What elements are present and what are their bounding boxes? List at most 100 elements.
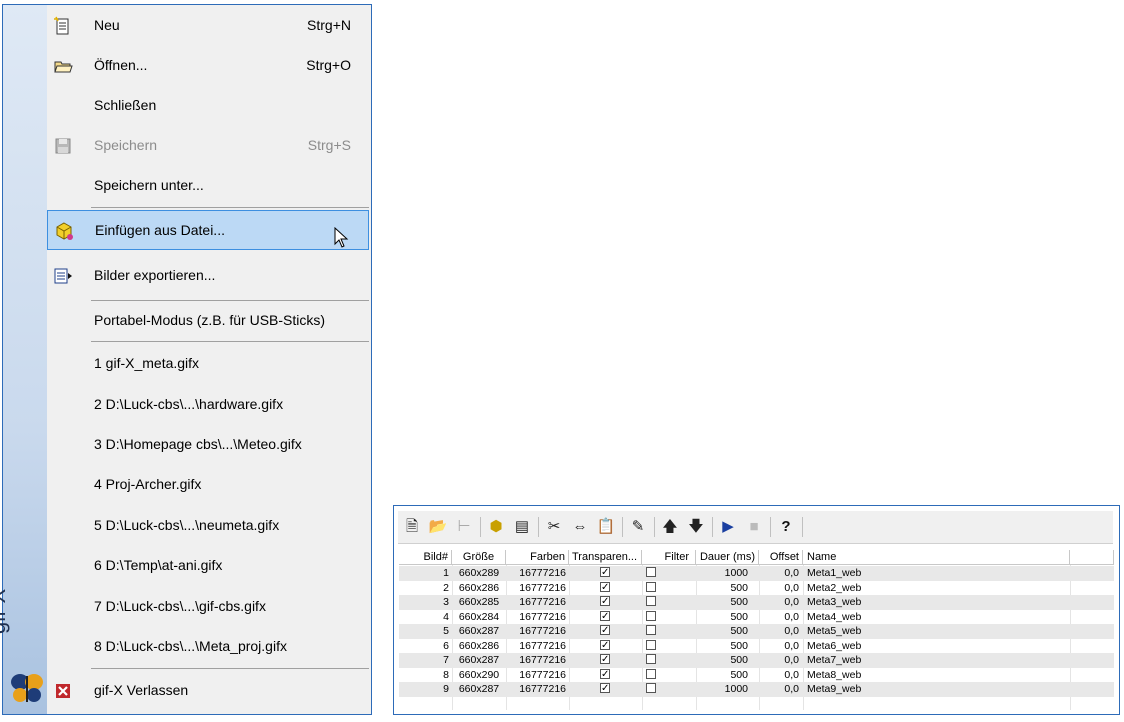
transparent-checkbox[interactable]: ✓ xyxy=(600,581,610,592)
filter-checkbox[interactable] xyxy=(646,654,656,664)
cell-offset: 0,0 xyxy=(784,654,799,666)
table-row[interactable]: 7 660x287 16777216 500 0,0 Meta7_web ✓ xyxy=(399,653,1114,668)
column-header-duration[interactable]: Dauer (ms) xyxy=(696,550,759,565)
menu-item-label: Neu xyxy=(94,17,120,33)
filter-checkbox[interactable] xyxy=(646,639,656,650)
table-row[interactable]: 6 660x286 16777216 500 0,0 Meta6_web ✓ xyxy=(399,639,1114,654)
menu-side-label: gif-X xyxy=(0,588,10,634)
menu-item-exit[interactable]: gif-X Verlassen xyxy=(47,671,369,711)
transparent-checkbox[interactable]: ✓ xyxy=(600,668,610,679)
paste-icon[interactable]: 📋 xyxy=(596,517,616,537)
column-header-transparent[interactable]: Transparen... xyxy=(569,550,642,565)
open-icon[interactable]: 📂 xyxy=(428,517,448,537)
menu-item-shortcut: Strg+O xyxy=(306,57,351,73)
filter-checkbox[interactable] xyxy=(646,668,656,679)
menu-item-open[interactable]: Öffnen... Strg+O xyxy=(47,46,369,86)
menu-item-label: gif-X Verlassen xyxy=(94,682,189,698)
menu-item-new[interactable]: Neu Strg+N xyxy=(47,6,369,46)
new-icon[interactable]: 🗎 xyxy=(402,517,422,537)
filter-checkbox[interactable] xyxy=(646,625,656,635)
cell-size: 660x287 xyxy=(458,625,500,637)
table-row[interactable]: 3 660x285 16777216 500 0,0 Meta3_web ✓ xyxy=(399,595,1114,610)
move-down-icon[interactable]: 🡇 xyxy=(686,517,706,537)
save-disk-icon xyxy=(55,138,71,154)
column-header-colors[interactable]: Farben xyxy=(506,550,569,565)
menu-item-label: Einfügen aus Datei... xyxy=(95,222,225,238)
filter-checkbox[interactable] xyxy=(646,610,656,621)
cell-name: Meta2_web xyxy=(807,581,862,594)
transparent-checkbox[interactable]: ✓ xyxy=(600,596,610,607)
cell-duration: 500 xyxy=(730,610,748,623)
new-document-icon xyxy=(54,16,69,35)
table-row[interactable]: 1 660x289 16777216 1000 0,0 Meta1_web ✓ xyxy=(399,566,1114,581)
menu-item-recent-file-4[interactable]: 4 Proj-Archer.gifx xyxy=(47,465,369,505)
cell-colors: 16777216 xyxy=(519,625,566,637)
menu-item-label: Speichern unter... xyxy=(94,177,204,193)
move-up-icon[interactable]: 🡅 xyxy=(660,517,680,537)
cell-name: Meta8_web xyxy=(807,668,862,681)
transparent-checkbox[interactable]: ✓ xyxy=(600,567,610,578)
insert-icon[interactable]: ⬢ xyxy=(486,517,506,537)
filter-checkbox[interactable] xyxy=(646,581,656,592)
toolbar-separator xyxy=(622,517,623,537)
toolbar-separator xyxy=(712,517,713,537)
frame-size-icon[interactable]: ⊢ xyxy=(454,517,474,537)
column-header-offset[interactable]: Offset xyxy=(759,550,803,565)
filter-checkbox[interactable] xyxy=(646,567,656,577)
cell-duration: 500 xyxy=(730,581,748,594)
menu-item-recent-file-2[interactable]: 2 D:\Luck-cbs\...\hardware.gifx xyxy=(47,385,369,425)
toolbar-separator xyxy=(770,517,771,537)
transparent-checkbox[interactable]: ✓ xyxy=(600,639,610,650)
filter-checkbox[interactable] xyxy=(646,596,656,606)
toolbar-separator xyxy=(480,517,481,537)
cell-size: 660x290 xyxy=(458,668,500,681)
menu-item-close[interactable]: Schließen xyxy=(47,86,369,126)
filter-checkbox[interactable] xyxy=(646,683,656,693)
cell-colors: 16777216 xyxy=(519,639,566,652)
transparent-checkbox[interactable]: ✓ xyxy=(600,683,610,694)
transparent-checkbox[interactable]: ✓ xyxy=(600,610,610,621)
table-row[interactable]: 2 660x286 16777216 500 0,0 Meta2_web ✓ xyxy=(399,581,1114,596)
cell-name: Meta9_web xyxy=(807,683,862,695)
column-header-filter[interactable]: Filter xyxy=(642,550,696,565)
cell-name: Meta6_web xyxy=(807,639,862,652)
column-header-name[interactable]: Name xyxy=(803,550,1070,565)
table-row[interactable]: 5 660x287 16777216 500 0,0 Meta5_web ✓ xyxy=(399,624,1114,639)
stop-icon[interactable]: ■ xyxy=(744,517,764,537)
menu-item-insert-from-file[interactable]: Einfügen aus Datei... xyxy=(47,210,369,250)
menu-separator xyxy=(91,207,369,208)
menu-item-recent-file-7[interactable]: 7 D:\Luck-cbs\...\gif-cbs.gifx xyxy=(47,587,369,627)
menu-item-recent-file-5[interactable]: 5 D:\Luck-cbs\...\neumeta.gifx xyxy=(47,506,369,546)
cell-colors: 16777216 xyxy=(519,567,566,579)
table-row[interactable]: 8 660x290 16777216 500 0,0 Meta8_web ✓ xyxy=(399,668,1114,683)
column-header-frame-number[interactable]: Bild# xyxy=(399,550,452,565)
menu-item-export-images[interactable]: Bilder exportieren... xyxy=(47,256,369,296)
cell-name: Meta3_web xyxy=(807,596,862,608)
help-icon[interactable]: ? xyxy=(776,517,796,537)
properties-icon[interactable]: ✎ xyxy=(628,517,648,537)
menu-item-recent-file-1[interactable]: 1 gif-X_meta.gifx xyxy=(47,344,369,384)
menu-item-recent-file-3[interactable]: 3 D:\Homepage cbs\...\Meteo.gifx xyxy=(47,425,369,465)
cell-num: 9 xyxy=(443,683,449,695)
cell-size: 660x284 xyxy=(458,610,500,623)
cell-name: Meta5_web xyxy=(807,625,862,637)
table-row[interactable]: 4 660x284 16777216 500 0,0 Meta4_web ✓ xyxy=(399,610,1114,625)
menu-item-recent-file-6[interactable]: 6 D:\Temp\at-ani.gifx xyxy=(47,546,369,586)
menu-item-save[interactable]: Speichern Strg+S xyxy=(47,126,369,166)
table-row[interactable]: 9 660x287 16777216 1000 0,0 Meta9_web ✓ xyxy=(399,682,1114,697)
export-icon[interactable]: ▤ xyxy=(512,517,532,537)
play-icon[interactable]: ▶ xyxy=(718,517,738,537)
cell-num: 2 xyxy=(443,581,449,594)
cell-size: 660x289 xyxy=(458,567,500,579)
cut-icon[interactable]: ✂ xyxy=(544,517,564,537)
cell-size: 660x286 xyxy=(458,581,500,594)
cell-offset: 0,0 xyxy=(784,625,799,637)
menu-item-recent-file-8[interactable]: 8 D:\Luck-cbs\...\Meta_proj.gifx xyxy=(47,627,369,667)
transparent-checkbox[interactable]: ✓ xyxy=(600,654,610,665)
copy-frame-icon[interactable]: ⇔ xyxy=(570,517,590,537)
menu-item-portable-mode[interactable]: Portabel-Modus (z.B. für USB-Sticks) xyxy=(47,301,369,341)
cell-name: Meta1_web xyxy=(807,567,862,579)
transparent-checkbox[interactable]: ✓ xyxy=(600,625,610,636)
menu-item-save-as[interactable]: Speichern unter... xyxy=(47,166,369,206)
column-header-size[interactable]: Größe xyxy=(452,550,506,565)
